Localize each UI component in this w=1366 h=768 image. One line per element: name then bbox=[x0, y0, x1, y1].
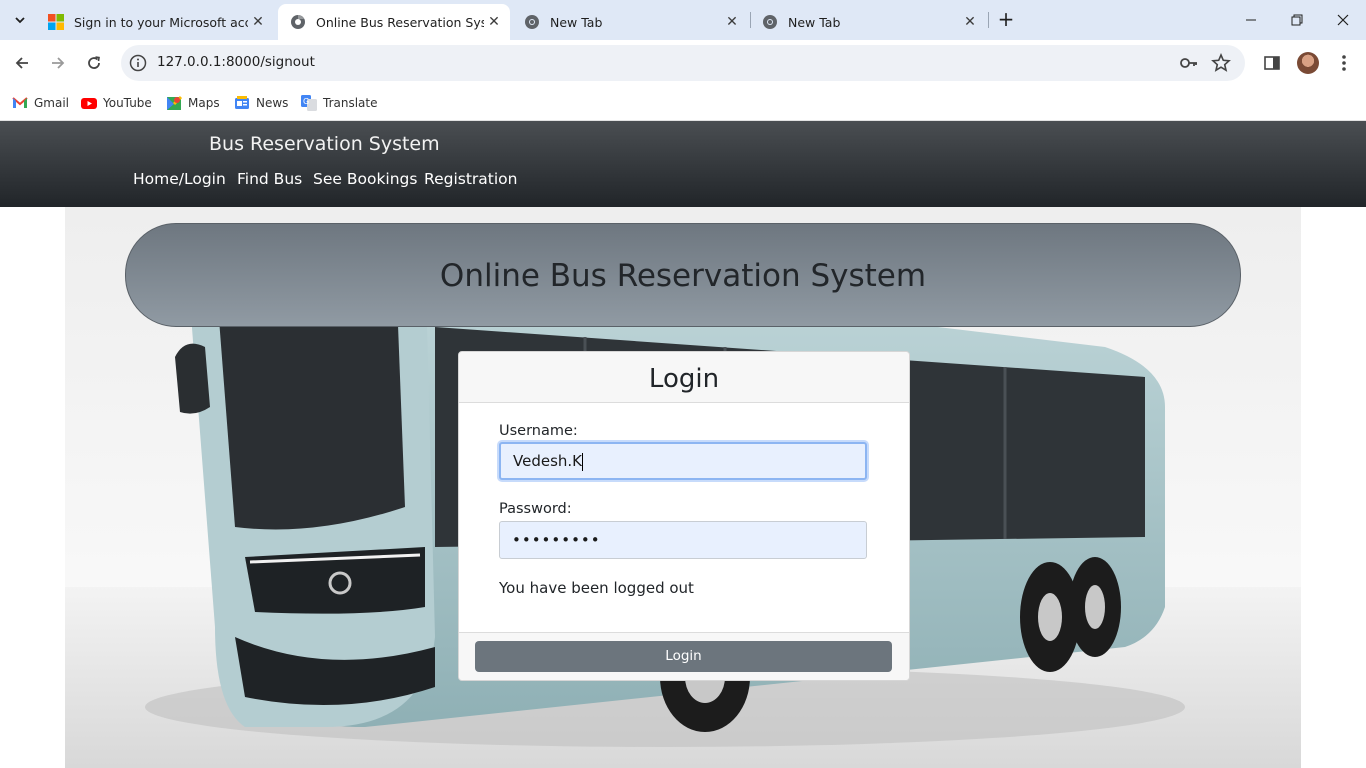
svg-text:G: G bbox=[303, 97, 309, 106]
close-icon[interactable]: ✕ bbox=[484, 14, 504, 30]
globe-icon bbox=[291, 15, 305, 29]
title-banner: Online Bus Reservation System bbox=[125, 223, 1241, 327]
username-label: Username: bbox=[499, 423, 578, 439]
translate-icon: G bbox=[301, 95, 317, 111]
chevron-down-icon bbox=[15, 17, 25, 24]
bookmark-news[interactable]: News bbox=[234, 92, 288, 114]
tab-bus-reservation[interactable]: Online Bus Reservation System ✕ bbox=[278, 4, 510, 40]
chrome-icon bbox=[763, 15, 777, 29]
news-icon bbox=[235, 96, 249, 109]
more-vert-icon bbox=[1342, 55, 1346, 71]
nav-link-find-bus[interactable]: Find Bus bbox=[237, 170, 302, 188]
bookmark-star-icon[interactable] bbox=[1211, 52, 1231, 73]
bookmarks-bar: Gmail YouTube Maps News G Translate bbox=[0, 86, 1366, 121]
tab-title: New Tab bbox=[788, 14, 841, 30]
menu-button[interactable] bbox=[1331, 50, 1357, 76]
nav-link-registration[interactable]: Registration bbox=[424, 170, 517, 188]
maps-icon bbox=[167, 95, 182, 110]
tab-strip: Sign in to your Microsoft accou ✕ Online… bbox=[0, 0, 1366, 40]
bookmark-youtube[interactable]: YouTube bbox=[81, 92, 152, 114]
login-button[interactable]: Login bbox=[475, 641, 892, 672]
login-card: Login Username: Vedesh.K Password: •••••… bbox=[458, 351, 910, 681]
nav-link-see-bookings[interactable]: See Bookings bbox=[313, 170, 417, 188]
nav-link-home-login[interactable]: Home/Login bbox=[133, 170, 226, 188]
back-button[interactable] bbox=[7, 48, 37, 78]
login-title: Login bbox=[648, 364, 720, 394]
tab-title: New Tab bbox=[550, 14, 603, 30]
login-card-header: Login bbox=[459, 352, 909, 403]
tab-new-tab-2[interactable]: New Tab ✕ bbox=[750, 4, 986, 40]
password-input[interactable]: ••••••••• bbox=[499, 521, 867, 559]
tab-title: Online Bus Reservation System bbox=[316, 14, 484, 30]
new-tab-button[interactable]: + bbox=[994, 8, 1018, 32]
forward-arrow-icon bbox=[52, 57, 65, 69]
username-value: Vedesh.K bbox=[513, 452, 583, 470]
bookmark-label: Gmail bbox=[34, 96, 70, 110]
tab-microsoft-signin[interactable]: Sign in to your Microsoft accou ✕ bbox=[36, 4, 274, 40]
tab-new-tab-1[interactable]: New Tab ✕ bbox=[512, 4, 748, 40]
bookmark-label: Maps bbox=[188, 96, 220, 110]
bookmark-maps[interactable]: Maps bbox=[166, 92, 220, 114]
close-icon[interactable]: ✕ bbox=[248, 14, 268, 30]
reload-button[interactable] bbox=[79, 48, 109, 78]
microsoft-icon bbox=[48, 14, 64, 30]
logout-message: You have been logged out bbox=[499, 579, 694, 597]
tab-title: Sign in to your Microsoft accou bbox=[74, 14, 248, 30]
restore-button[interactable] bbox=[1274, 0, 1320, 40]
tab-search-button[interactable] bbox=[8, 8, 32, 32]
chrome-icon bbox=[525, 15, 539, 29]
minimize-icon bbox=[1246, 19, 1256, 21]
site-brand[interactable]: Bus Reservation System bbox=[209, 133, 440, 155]
bookmark-label: YouTube bbox=[103, 96, 152, 110]
username-input[interactable]: Vedesh.K bbox=[499, 442, 867, 480]
password-value: ••••••••• bbox=[512, 531, 601, 549]
side-panel-icon bbox=[1264, 56, 1280, 70]
back-arrow-icon bbox=[15, 57, 28, 69]
close-window-button[interactable] bbox=[1320, 0, 1366, 40]
url-text[interactable]: 127.0.0.1:8000/signout bbox=[157, 54, 315, 70]
text-cursor bbox=[582, 452, 584, 471]
side-panel-button[interactable] bbox=[1259, 50, 1285, 76]
close-icon[interactable]: ✕ bbox=[722, 14, 742, 30]
bookmark-label: News bbox=[256, 96, 289, 110]
close-icon bbox=[1337, 14, 1349, 26]
close-icon[interactable]: ✕ bbox=[960, 14, 980, 30]
site-navbar bbox=[0, 121, 1366, 207]
restore-icon bbox=[1291, 14, 1303, 26]
login-card-footer: Login bbox=[459, 632, 909, 680]
info-icon[interactable] bbox=[129, 54, 147, 72]
reload-icon bbox=[88, 56, 100, 69]
bookmark-gmail[interactable]: Gmail bbox=[12, 92, 69, 114]
bookmark-translate[interactable]: G Translate bbox=[301, 92, 378, 114]
forward-button[interactable] bbox=[43, 48, 73, 78]
avatar bbox=[1297, 52, 1319, 74]
profile-button[interactable] bbox=[1295, 50, 1321, 76]
address-bar[interactable]: 127.0.0.1:8000/signout bbox=[121, 45, 1245, 81]
gmail-icon bbox=[12, 97, 28, 108]
bookmark-label: Translate bbox=[323, 96, 378, 110]
youtube-icon bbox=[81, 98, 97, 109]
tab-separator bbox=[988, 12, 989, 28]
page-title: Online Bus Reservation System bbox=[439, 258, 927, 294]
minimize-button[interactable] bbox=[1228, 0, 1274, 40]
password-key-icon[interactable] bbox=[1179, 53, 1199, 73]
password-label: Password: bbox=[499, 501, 572, 517]
